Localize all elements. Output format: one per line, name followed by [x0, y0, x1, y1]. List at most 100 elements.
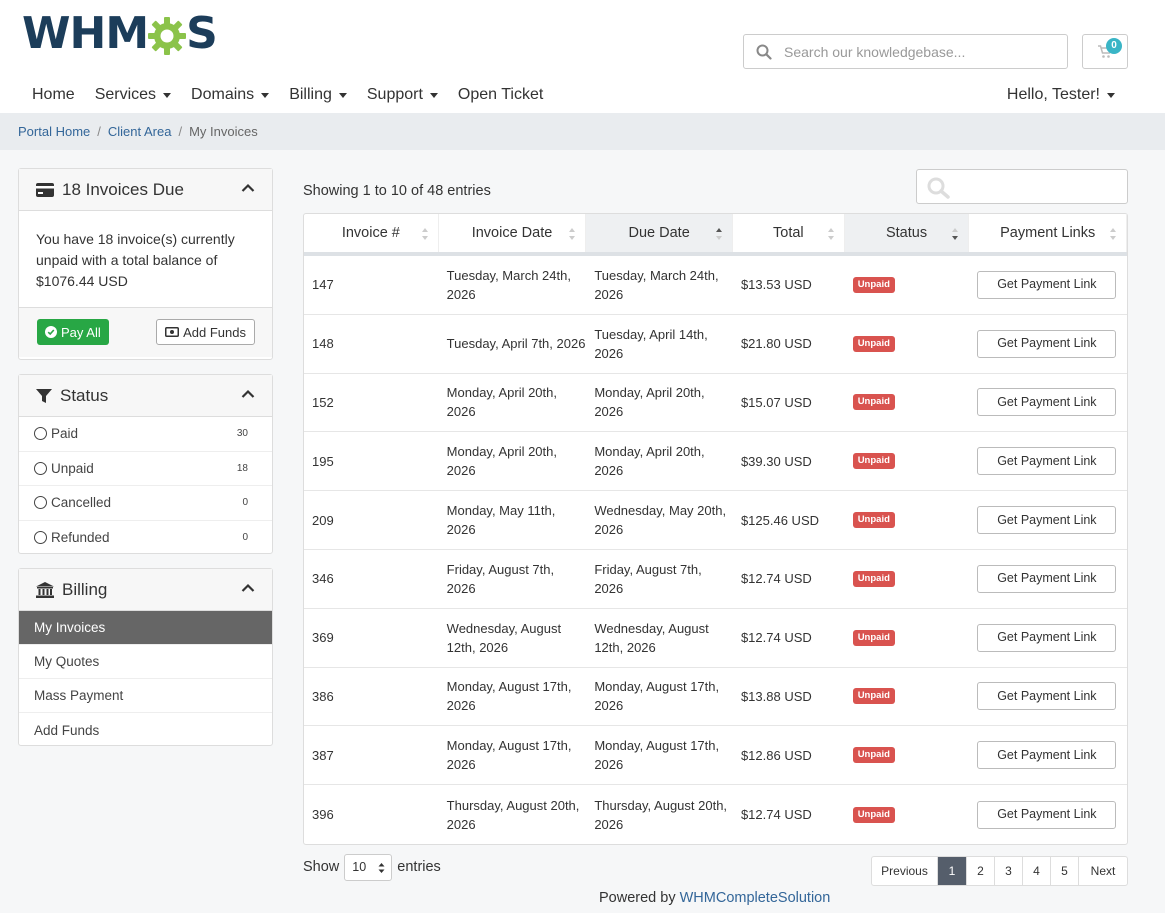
- status-cell: Unpaid: [845, 550, 970, 608]
- column-header-payment-links[interactable]: Payment Links: [969, 214, 1127, 252]
- pagination-page-4[interactable]: 4: [1023, 857, 1051, 885]
- billing-header[interactable]: Billing: [19, 569, 272, 611]
- add-funds-button[interactable]: Add Funds: [156, 319, 255, 345]
- entries-label: entries: [397, 859, 441, 875]
- knowledgebase-search[interactable]: [743, 34, 1068, 69]
- invoices-due-header[interactable]: 18 Invoices Due: [19, 169, 272, 211]
- radio-circle-icon[interactable]: [34, 531, 47, 545]
- site-header: WHM S 0 Home Services: [0, 0, 1165, 113]
- add-funds-label: Add Funds: [183, 324, 246, 340]
- breadcrumb-client-area[interactable]: Client Area: [108, 124, 172, 139]
- billing-link-my-quotes[interactable]: My Quotes: [19, 645, 272, 679]
- pagination-next[interactable]: Next: [1079, 857, 1127, 885]
- pagination-page-3[interactable]: 3: [995, 857, 1023, 885]
- cart-button[interactable]: 0: [1082, 34, 1128, 69]
- radio-circle-icon[interactable]: [34, 496, 47, 510]
- select-arrows-icon: [378, 862, 385, 873]
- table-search-input[interactable]: [916, 169, 1128, 204]
- pagination-page-2[interactable]: 2: [967, 857, 995, 885]
- pagination-page-1[interactable]: 1: [938, 857, 967, 885]
- status-cell: Unpaid: [845, 785, 970, 844]
- get-payment-link-button[interactable]: Get Payment Link: [977, 447, 1117, 476]
- invoice-total: $13.88 USD: [740, 688, 812, 704]
- status-badge: Unpaid: [852, 747, 895, 764]
- get-payment-link-button[interactable]: Get Payment Link: [977, 623, 1117, 652]
- pagination-previous[interactable]: Previous: [872, 857, 938, 885]
- chevron-up-icon[interactable]: [241, 389, 255, 399]
- user-menu[interactable]: Hello, Tester!: [1007, 84, 1115, 106]
- get-payment-link-button[interactable]: Get Payment Link: [977, 270, 1117, 299]
- column-header-invoice-number[interactable]: Invoice #: [304, 214, 439, 252]
- main-nav: Home Services Domains Billing Support Op…: [22, 84, 553, 106]
- chevron-up-icon[interactable]: [241, 183, 255, 193]
- get-payment-link-button[interactable]: Get Payment Link: [977, 564, 1117, 593]
- nav-home[interactable]: Home: [22, 84, 85, 106]
- billing-link-mass-payment[interactable]: Mass Payment: [19, 679, 272, 713]
- powered-by-link[interactable]: WHMCompleteSolution: [680, 890, 831, 906]
- nav-open-ticket[interactable]: Open Ticket: [448, 84, 553, 106]
- due-date: Tuesday, April 14th, 2026: [594, 326, 708, 361]
- table-row[interactable]: 369 Wednesday, August 12th, 2026 Wednesd…: [304, 609, 1127, 668]
- get-payment-link-button[interactable]: Get Payment Link: [977, 388, 1117, 417]
- due-date: Thursday, August 20th, 2026: [594, 797, 728, 832]
- pay-all-button[interactable]: Pay All: [37, 319, 109, 345]
- invoice-number: 152: [312, 394, 334, 410]
- table-row[interactable]: 387 Monday, August 17th, 2026 Monday, Au…: [304, 726, 1127, 786]
- table-row[interactable]: 346 Friday, August 7th, 2026 Friday, Aug…: [304, 550, 1127, 609]
- payment-link-cell: Get Payment Link: [969, 668, 1127, 726]
- table-row[interactable]: 148 Tuesday, April 7th, 2026 Tuesday, Ap…: [304, 315, 1127, 374]
- nav-domains[interactable]: Domains: [181, 84, 279, 106]
- status-filter-unpaid[interactable]: Unpaid 18: [19, 452, 272, 486]
- caret-down-icon: [1107, 92, 1115, 98]
- column-header-total[interactable]: Total: [733, 214, 845, 252]
- invoice-total: $15.07 USD: [740, 394, 812, 410]
- invoice-number: 148: [312, 336, 334, 352]
- status-filter-paid[interactable]: Paid 30: [19, 417, 272, 452]
- status-filter-cancelled[interactable]: Cancelled 0: [19, 486, 272, 521]
- billing-link-my-invoices[interactable]: My Invoices: [19, 611, 272, 645]
- breadcrumb-portal-home[interactable]: Portal Home: [18, 124, 90, 139]
- table-row[interactable]: 195 Monday, April 20th, 2026 Monday, Apr…: [304, 432, 1127, 492]
- column-header-invoice-date[interactable]: Invoice Date: [439, 214, 587, 252]
- table-row[interactable]: 396 Thursday, August 20th, 2026 Thursday…: [304, 785, 1127, 844]
- radio-circle-icon[interactable]: [34, 461, 47, 475]
- pagination: Previous 1 2 3 4 5 Next: [871, 856, 1128, 886]
- breadcrumb-current: My Invoices: [189, 124, 258, 139]
- knowledgebase-search-input[interactable]: [784, 43, 1054, 60]
- status-header[interactable]: Status: [19, 375, 272, 417]
- column-header-due-date[interactable]: Due Date: [586, 214, 733, 252]
- status-cell: Unpaid: [845, 432, 970, 490]
- column-label: Due Date: [628, 225, 690, 241]
- table-row[interactable]: 386 Monday, August 17th, 2026 Monday, Au…: [304, 668, 1127, 727]
- chevron-up-icon[interactable]: [241, 583, 255, 593]
- status-title: Status: [60, 385, 109, 405]
- status-count: 0: [242, 497, 248, 509]
- status-filter-refunded[interactable]: Refunded 0: [19, 521, 272, 556]
- table-row[interactable]: 147 Tuesday, March 24th, 2026 Tuesday, M…: [304, 256, 1127, 315]
- page-size-value: 10: [352, 860, 367, 874]
- nav-services[interactable]: Services: [85, 84, 181, 106]
- status-badge: Unpaid: [852, 512, 895, 529]
- invoices-due-title: 18 Invoices Due: [62, 179, 184, 199]
- search-icon: [927, 177, 950, 199]
- page-size-select[interactable]: 10: [344, 853, 393, 881]
- billing-link-add-funds[interactable]: Add Funds: [19, 713, 272, 747]
- get-payment-link-button[interactable]: Get Payment Link: [977, 741, 1117, 770]
- get-payment-link-button[interactable]: Get Payment Link: [977, 329, 1117, 358]
- column-header-status[interactable]: Status: [844, 214, 970, 252]
- invoice-date: Tuesday, March 24th, 2026: [446, 267, 571, 302]
- radio-circle-icon[interactable]: [34, 427, 47, 441]
- get-payment-link-button[interactable]: Get Payment Link: [977, 800, 1117, 829]
- whmcs-logo[interactable]: WHM S: [22, 12, 218, 56]
- table-row[interactable]: 152 Monday, April 20th, 2026 Monday, Apr…: [304, 374, 1127, 433]
- nav-billing[interactable]: Billing: [279, 84, 357, 106]
- nav-support[interactable]: Support: [357, 84, 448, 106]
- pagination-page-5[interactable]: 5: [1051, 857, 1079, 885]
- get-payment-link-button[interactable]: Get Payment Link: [977, 506, 1117, 535]
- get-payment-link-button[interactable]: Get Payment Link: [977, 682, 1117, 711]
- table-row[interactable]: 209 Monday, May 11th, 2026 Wednesday, Ma…: [304, 491, 1127, 550]
- invoice-date: Wednesday, August 12th, 2026: [446, 620, 562, 655]
- status-label: Cancelled: [51, 495, 112, 511]
- status-count: 30: [236, 428, 248, 440]
- logo-text-right: S: [186, 8, 218, 59]
